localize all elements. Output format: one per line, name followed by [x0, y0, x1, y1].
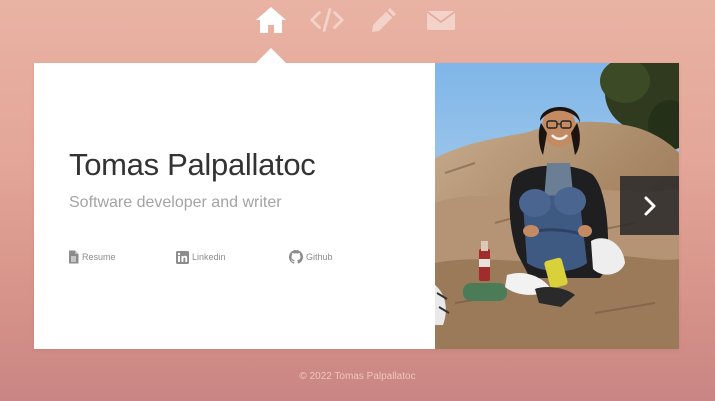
top-nav: [0, 6, 715, 34]
profile-photo: [435, 63, 679, 349]
footer-copyright: © 2022 Tomas Palpallatoc: [299, 371, 416, 382]
profile-card: Tomas Palpallatoc Software developer and…: [34, 63, 679, 349]
nav-code[interactable]: [310, 6, 344, 34]
linkedin-label: Linkedin: [192, 252, 226, 262]
carousel-next-button[interactable]: [620, 176, 679, 235]
profile-info: Tomas Palpallatoc Software developer and…: [34, 63, 435, 349]
chevron-right-icon: [644, 196, 655, 215]
home-icon: [256, 7, 286, 33]
code-icon: [310, 8, 344, 32]
github-label: Github: [306, 252, 333, 262]
nav-writing[interactable]: [367, 6, 401, 34]
linkedin-icon: [176, 250, 189, 264]
nav-home[interactable]: [254, 6, 288, 34]
profile-name: Tomas Palpallatoc: [69, 147, 316, 182]
linkedin-link[interactable]: Linkedin: [176, 249, 226, 265]
active-nav-pointer: [256, 48, 286, 63]
github-icon: [289, 250, 303, 264]
resume-link[interactable]: Resume: [68, 249, 116, 265]
pencil-icon: [372, 8, 396, 32]
profile-tagline: Software developer and writer: [69, 194, 282, 211]
document-icon: [69, 250, 79, 264]
resume-label: Resume: [82, 252, 116, 262]
mail-icon: [427, 11, 455, 30]
nav-contact[interactable]: [424, 6, 458, 34]
github-link[interactable]: Github: [289, 249, 333, 265]
